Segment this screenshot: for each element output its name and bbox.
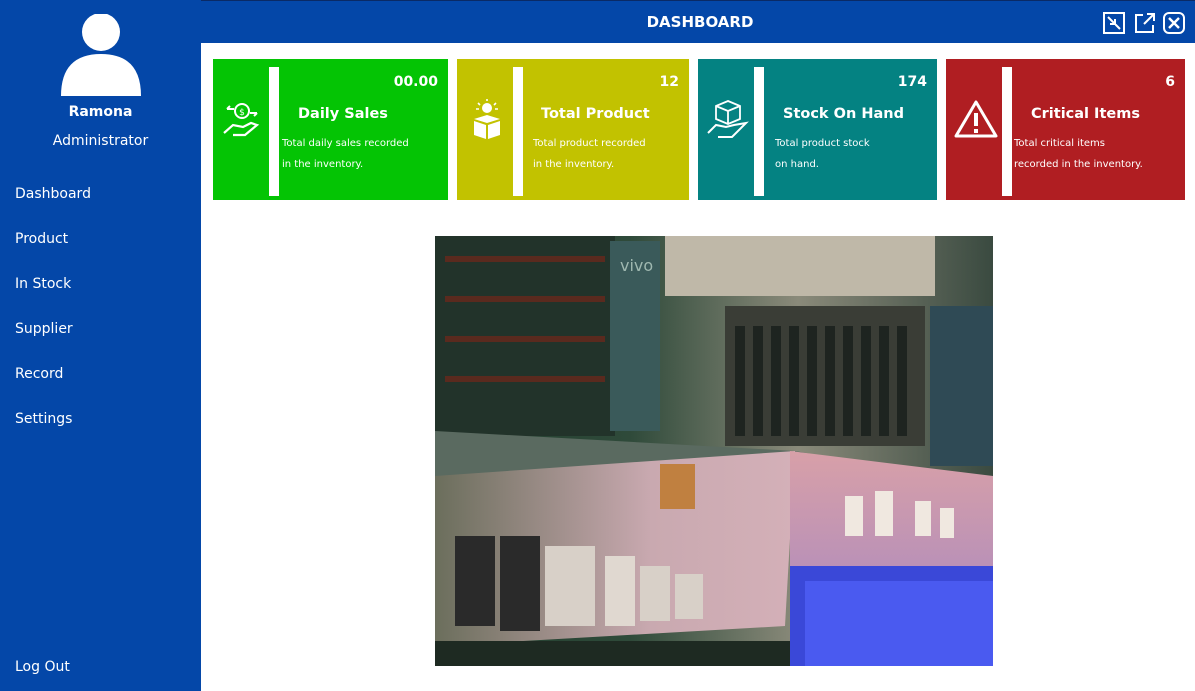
card-critical-items[interactable]: 6 Critical Items Total critical items re… — [946, 59, 1185, 200]
sidebar: Ramona Administrator Dashboard Product I… — [0, 0, 201, 691]
stock-on-hand-description: Total product stock on hand. — [775, 138, 870, 170]
card-divider — [754, 67, 764, 196]
vivo-sign: vivo — [620, 256, 653, 275]
product-box-icon — [474, 99, 500, 139]
total-product-value: 12 — [659, 74, 679, 90]
user-role: Administrator — [52, 133, 149, 149]
card-daily-sales[interactable]: $ 00.00 Daily Sales Total daily sales re… — [213, 59, 448, 200]
critical-items-title: Critical Items — [1031, 106, 1140, 122]
critical-items-value: 6 — [1165, 74, 1175, 90]
svg-text:$: $ — [239, 108, 245, 118]
daily-sales-title: Daily Sales — [298, 106, 388, 122]
sidebar-item-record[interactable]: Record — [15, 366, 63, 382]
logout-button[interactable]: Log Out — [15, 659, 70, 675]
user-avatar-icon — [61, 14, 141, 96]
sidebar-item-product[interactable]: Product — [15, 231, 68, 247]
sidebar-item-dashboard[interactable]: Dashboard — [15, 186, 91, 202]
total-product-title: Total Product — [541, 106, 650, 122]
popout-icon[interactable] — [1134, 12, 1156, 34]
stock-on-hand-title: Stock On Hand — [783, 106, 904, 122]
sidebar-item-supplier[interactable]: Supplier — [15, 321, 73, 337]
daily-sales-description: Total daily sales recorded in the invent… — [282, 138, 409, 170]
daily-sales-value: 00.00 — [393, 74, 438, 90]
sidebar-item-in-stock[interactable]: In Stock — [15, 276, 71, 292]
card-stock-on-hand[interactable]: 174 Stock On Hand Total product stock on… — [698, 59, 937, 200]
warning-icon — [954, 100, 998, 138]
title-bar: DASHBOARD — [201, 0, 1195, 43]
card-divider — [269, 67, 279, 196]
store-interior-photo: vivo — [435, 236, 993, 666]
sales-hand-icon: $ — [223, 103, 260, 137]
card-divider — [513, 67, 523, 196]
stock-hand-icon — [707, 100, 749, 138]
user-name: Ramona — [68, 104, 133, 120]
page-title: DASHBOARD — [646, 13, 754, 31]
stock-on-hand-value: 174 — [897, 74, 927, 90]
critical-items-description: Total critical items recorded in the inv… — [1014, 138, 1143, 170]
sidebar-item-settings[interactable]: Settings — [15, 411, 72, 427]
close-icon[interactable] — [1163, 12, 1185, 34]
card-total-product[interactable]: 12 Total Product Total product recorded … — [457, 59, 689, 200]
total-product-description: Total product recorded in the inventory. — [533, 138, 646, 170]
card-divider — [1002, 67, 1012, 196]
minimize-icon[interactable] — [1103, 12, 1125, 34]
